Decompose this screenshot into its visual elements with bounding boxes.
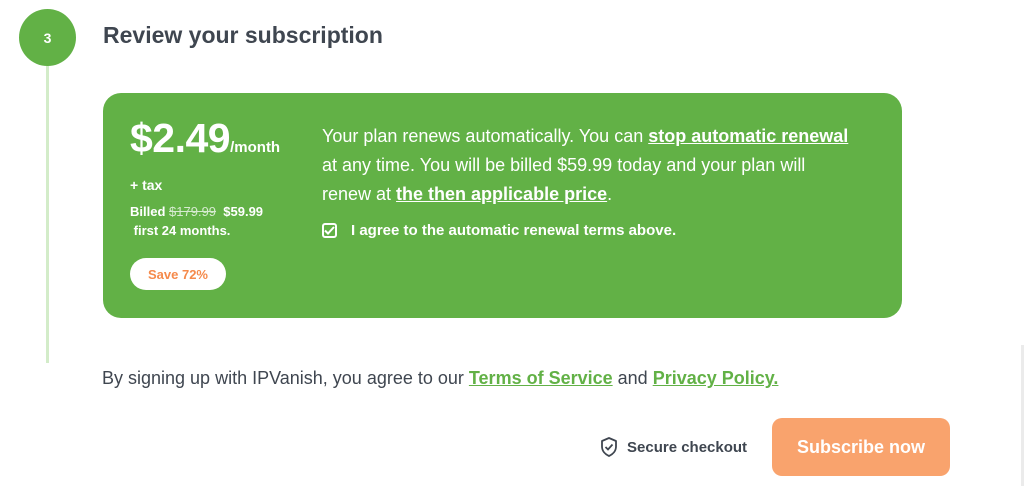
renewal-description: Your plan renews automatically. You can … — [322, 122, 852, 209]
stop-renewal-link[interactable]: stop automatic renewal — [648, 126, 848, 146]
billing-summary: Billed $179.99 $59.99 first 24 months. — [130, 202, 263, 240]
price-amount: $2.49 — [130, 115, 231, 161]
step-number: 3 — [43, 29, 52, 46]
subscribe-button[interactable]: Subscribe now — [772, 418, 950, 476]
price-period: /month — [230, 139, 281, 156]
billed-label: Billed — [130, 204, 166, 219]
checkmark-icon — [324, 226, 335, 235]
applicable-price-link[interactable]: the then applicable price — [396, 184, 607, 204]
renewal-text-1: Your plan renews automatically. You can — [322, 126, 649, 146]
step-number-badge: 3 — [19, 9, 76, 66]
terms-text-1: By signing up with IPVanish, you agree t… — [102, 368, 469, 388]
terms-of-service-link[interactable]: Terms of Service — [469, 368, 613, 388]
shield-check-icon — [601, 437, 617, 457]
auto-renewal-agreement[interactable]: I agree to the automatic renewal terms a… — [322, 222, 676, 239]
plan-card: $2.49/month + tax Billed $179.99 $59.99 … — [103, 93, 902, 318]
secure-checkout: Secure checkout — [600, 437, 747, 457]
billed-price: $59.99 — [223, 204, 264, 219]
step-title: Review your subscription — [103, 22, 383, 48]
original-price: $179.99 — [169, 204, 217, 219]
price-row: $2.49/month — [130, 115, 280, 162]
step-timeline-line — [46, 40, 49, 363]
terms-notice: By signing up with IPVanish, you agree t… — [102, 368, 778, 389]
agree-label: I agree to the automatic renewal terms a… — [351, 222, 677, 239]
save-badge: Save 72% — [130, 258, 226, 290]
terms-text-2: and — [612, 368, 653, 388]
tax-note: + tax — [130, 177, 163, 193]
agree-checkbox[interactable] — [322, 223, 337, 238]
billing-term: first 24 months. — [133, 223, 231, 238]
renewal-text-3: . — [607, 184, 613, 204]
privacy-policy-link[interactable]: Privacy Policy. — [653, 368, 779, 388]
secure-checkout-label: Secure checkout — [627, 438, 748, 456]
